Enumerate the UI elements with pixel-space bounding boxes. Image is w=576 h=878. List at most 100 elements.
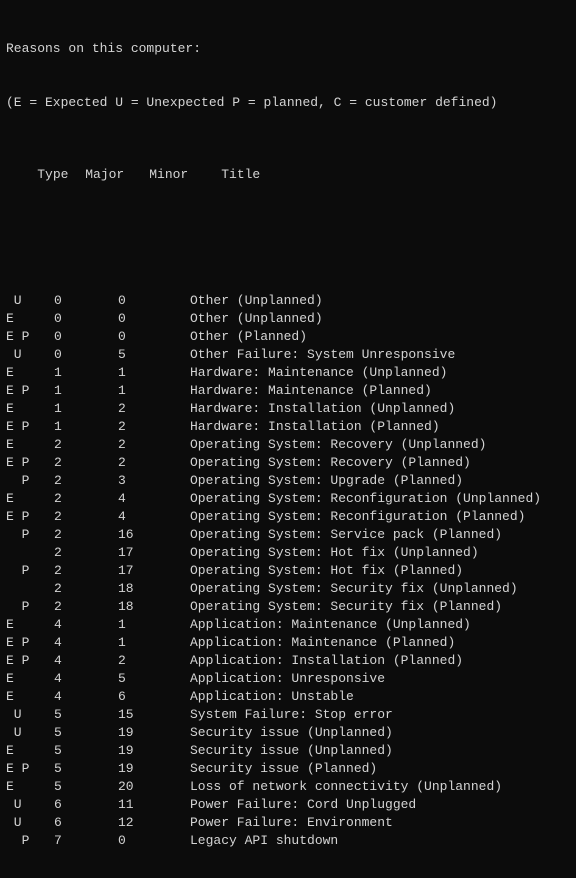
cell-minor: 5 [118,670,190,688]
cell-major: 2 [54,508,118,526]
cell-major: 4 [54,670,118,688]
cell-minor: 6 [118,688,190,706]
cell-major: 2 [54,580,118,598]
cell-minor: 0 [118,292,190,310]
table-row: E12Hardware: Installation (Unplanned) [6,400,570,418]
cell-type: P [6,562,54,580]
cell-type: E P [6,382,54,400]
cell-title: Power Failure: Cord Unplugged [190,796,416,814]
cell-major: 7 [54,832,118,850]
table-row: U05Other Failure: System Unresponsive [6,346,570,364]
cell-title: Operating System: Reconfiguration (Plann… [190,508,525,526]
cell-title: System Failure: Stop error [190,706,393,724]
cell-title: Application: Unstable [190,688,354,706]
cell-type: P [6,598,54,616]
cell-title: Application: Unresponsive [190,670,385,688]
cell-minor: 0 [118,832,190,850]
cell-title: Operating System: Recovery (Planned) [190,454,471,472]
cell-type: E P [6,760,54,778]
cell-type: P [6,472,54,490]
cell-title: Hardware: Maintenance (Planned) [190,382,432,400]
cell-minor: 11 [118,796,190,814]
cell-major: 1 [54,382,118,400]
cell-type: E P [6,652,54,670]
cell-major: 2 [54,526,118,544]
cell-major: 0 [54,328,118,346]
cell-minor: 4 [118,508,190,526]
table-row: P218Operating System: Security fix (Plan… [6,598,570,616]
cell-type: E [6,688,54,706]
cell-minor: 16 [118,526,190,544]
col-header-title: Title [221,166,260,184]
cell-type: E [6,400,54,418]
cell-major: 2 [54,436,118,454]
table-row: 217Operating System: Hot fix (Unplanned) [6,544,570,562]
table-row: E P00Other (Planned) [6,328,570,346]
cell-major: 6 [54,814,118,832]
table-row: E P519Security issue (Planned) [6,760,570,778]
table-row: E41Application: Maintenance (Unplanned) [6,616,570,634]
cell-type: E P [6,634,54,652]
rows-container: U00Other (Unplanned)E00Other (Unplanned)… [6,292,570,850]
table-row: U612Power Failure: Environment [6,814,570,832]
cell-title: Operating System: Hot fix (Planned) [190,562,463,580]
cell-type: E [6,364,54,382]
table-row: U515System Failure: Stop error [6,706,570,724]
cell-type: E [6,616,54,634]
cell-minor: 1 [118,634,190,652]
cell-title: Hardware: Maintenance (Unplanned) [190,364,447,382]
cell-title: Operating System: Security fix (Planned) [190,598,502,616]
cell-title: Operating System: Recovery (Unplanned) [190,436,486,454]
cell-major: 0 [54,346,118,364]
cell-title: Operating System: Service pack (Planned) [190,526,502,544]
col-header-minor: Minor [149,166,221,184]
cell-title: Application: Maintenance (Planned) [190,634,455,652]
cell-title: Application: Installation (Planned) [190,652,463,670]
cell-type: U [6,724,54,742]
cell-major: 5 [54,742,118,760]
cell-minor: 15 [118,706,190,724]
cell-major: 1 [54,364,118,382]
terminal-output: Reasons on this computer: (E = Expected … [0,0,576,878]
cell-title: Security issue (Unplanned) [190,724,393,742]
cell-minor: 1 [118,382,190,400]
cell-type: U [6,292,54,310]
cell-minor: 17 [118,562,190,580]
cell-type: E P [6,328,54,346]
cell-minor: 0 [118,310,190,328]
header-line-1: Reasons on this computer: [6,40,570,58]
table-row: E46Application: Unstable [6,688,570,706]
table-row: E P12Hardware: Installation (Planned) [6,418,570,436]
cell-major: 2 [54,544,118,562]
cell-minor: 5 [118,346,190,364]
cell-major: 4 [54,688,118,706]
cell-type: U [6,706,54,724]
cell-type: P [6,526,54,544]
cell-minor: 2 [118,652,190,670]
col-header-major: Major [85,166,149,184]
cell-minor: 18 [118,598,190,616]
cell-title: Hardware: Installation (Unplanned) [190,400,455,418]
table-row: P23Operating System: Upgrade (Planned) [6,472,570,490]
table-row: U519Security issue (Unplanned) [6,724,570,742]
cell-minor: 19 [118,760,190,778]
table-row: E519Security issue (Unplanned) [6,742,570,760]
cell-major: 2 [54,472,118,490]
cell-title: Operating System: Upgrade (Planned) [190,472,463,490]
cell-title: Loss of network connectivity (Unplanned) [190,778,502,796]
cell-minor: 19 [118,742,190,760]
cell-title: Operating System: Security fix (Unplanne… [190,580,518,598]
table-row: E45Application: Unresponsive [6,670,570,688]
cell-minor: 0 [118,328,190,346]
cell-title: Security issue (Planned) [190,760,377,778]
cell-major: 2 [54,490,118,508]
cell-minor: 20 [118,778,190,796]
cell-major: 4 [54,652,118,670]
cell-major: 2 [54,562,118,580]
col-header-type: Type [37,166,85,184]
cell-major: 5 [54,778,118,796]
cell-title: Other (Planned) [190,328,307,346]
table-row: E520Loss of network connectivity (Unplan… [6,778,570,796]
cell-type: E [6,742,54,760]
cell-title: Legacy API shutdown [190,832,338,850]
